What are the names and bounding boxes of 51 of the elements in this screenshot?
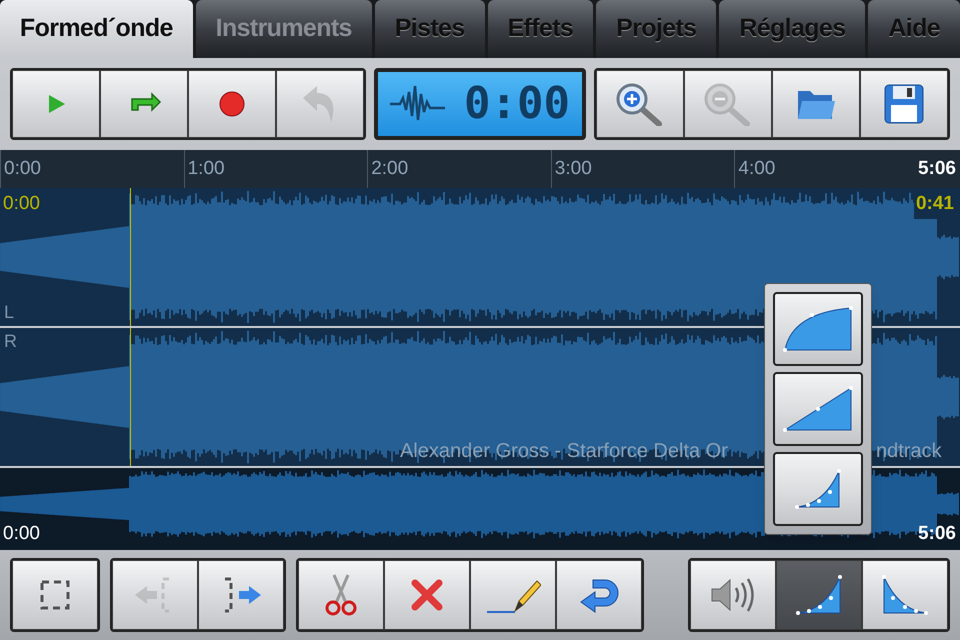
fade-in-curve-icon	[795, 574, 843, 616]
overview-end-time: 5:06	[918, 522, 956, 546]
scissors-icon	[324, 573, 358, 617]
channel-label: L	[4, 301, 14, 324]
pencil-button[interactable]	[470, 560, 556, 630]
save-button[interactable]	[860, 70, 948, 138]
fade-out-curve-icon	[881, 574, 929, 616]
ruler-label: 4:00	[738, 156, 776, 181]
curve-option-button[interactable]	[773, 292, 863, 366]
tab[interactable]: Projets	[596, 0, 716, 58]
curve-option-button[interactable]	[773, 372, 863, 446]
tab[interactable]: Réglages	[719, 0, 866, 58]
redo-button[interactable]	[556, 560, 642, 630]
channel-label: R	[4, 330, 17, 353]
cut-button[interactable]	[298, 560, 384, 630]
ruler-label: 3:00	[554, 156, 592, 181]
overview-start-time: 0:00	[3, 522, 40, 546]
track-title: Alexander Gross - Starforce Delta Or	[400, 439, 728, 464]
tab[interactable]: Formed´onde	[0, 0, 193, 58]
ruler-label: 1:00	[188, 156, 225, 181]
tab[interactable]: Aide	[868, 0, 960, 58]
folder-button[interactable]	[772, 70, 860, 138]
speaker-icon	[710, 576, 756, 614]
fade-in-button[interactable]	[776, 560, 862, 630]
zoom-in-button[interactable]	[596, 70, 684, 138]
move-right-button[interactable]	[198, 560, 284, 630]
curve-option-button[interactable]	[773, 452, 863, 526]
delete-button[interactable]	[384, 560, 470, 630]
tab[interactable]: Pistes	[374, 0, 485, 58]
tab[interactable]: Effets	[488, 0, 594, 58]
volume-button[interactable]	[690, 560, 776, 630]
fade-out-button[interactable]	[862, 560, 948, 630]
save-icon	[884, 84, 924, 124]
record-button[interactable]	[188, 70, 276, 138]
zoom-out-icon	[703, 82, 753, 126]
loop-button[interactable]	[100, 70, 188, 138]
delete-icon	[410, 578, 444, 612]
ruler-label: 5:06	[918, 156, 957, 181]
selection-start-time: 0:00	[3, 192, 40, 216]
convex-curve-icon	[782, 305, 854, 353]
zoom-in-icon	[615, 82, 665, 126]
record-icon	[218, 90, 246, 118]
selection-frame-icon	[40, 580, 70, 610]
exponential-curve-icon	[794, 468, 842, 510]
time-readout: 0:00	[464, 77, 570, 131]
play-button[interactable]	[12, 70, 100, 138]
track-title: ndtrack	[876, 439, 942, 464]
ruler-label: 2:00	[371, 156, 408, 181]
ruler-label: 0:00	[4, 156, 41, 181]
linear-curve-icon	[782, 385, 854, 433]
select-button[interactable]	[12, 560, 98, 630]
